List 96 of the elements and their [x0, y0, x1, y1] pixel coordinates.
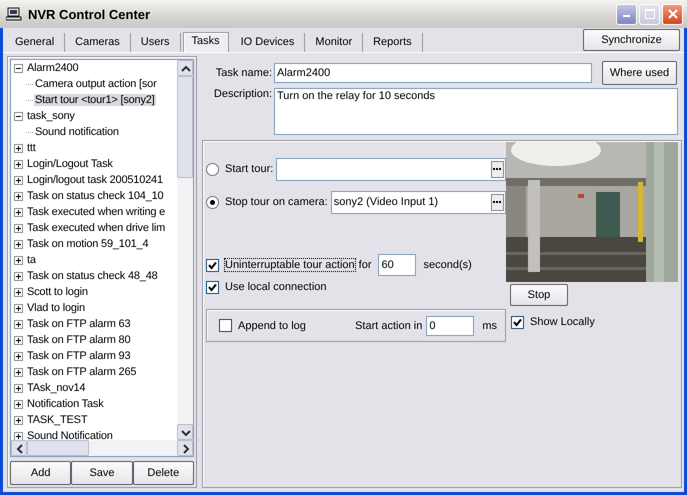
- tree-item[interactable]: ta: [26, 254, 37, 266]
- description-field[interactable]: Turn on the relay for 10 seconds: [274, 88, 678, 135]
- for-label: for: [358, 259, 372, 271]
- where-used-button[interactable]: Where used: [602, 61, 677, 85]
- ellipsis-icon[interactable]: [493, 168, 502, 170]
- expand-toggle[interactable]: [14, 240, 23, 248]
- checkbox[interactable]: [219, 319, 232, 332]
- tree-item[interactable]: Start tour <tour1> [sony2]: [34, 94, 156, 106]
- expand-toggle[interactable]: [14, 336, 23, 344]
- tree-item[interactable]: Task executed when writing e: [26, 206, 166, 218]
- tour-select-field[interactable]: [276, 158, 506, 180]
- tree-item[interactable]: Sound notification: [34, 126, 120, 138]
- window-title: NVR Control Center: [28, 6, 150, 22]
- checkbox-label: Uninterruptable tour action: [225, 259, 355, 271]
- tree-item[interactable]: Task on FTP alarm 80: [26, 334, 132, 346]
- expand-toggle[interactable]: [14, 368, 23, 376]
- tree-item[interactable]: Task on status check 48_48: [26, 270, 159, 282]
- ellipsis-icon[interactable]: [493, 200, 502, 204]
- duration-field[interactable]: 60: [378, 254, 416, 276]
- tree-action-button[interactable]: Delete: [132, 461, 194, 485]
- expand-toggle[interactable]: [14, 352, 23, 360]
- tree-item[interactable]: Task on FTP alarm 93: [26, 350, 132, 362]
- expand-toggle[interactable]: [14, 176, 23, 184]
- vertical-scrollbar[interactable]: [177, 60, 193, 440]
- checkbox[interactable]: [206, 280, 219, 294]
- tab[interactable]: Reports: [363, 33, 423, 52]
- scroll-left-icon[interactable]: [11, 440, 27, 456]
- tree-item[interactable]: Task on motion 59_101_4: [26, 238, 150, 250]
- expand-toggle[interactable]: [14, 256, 23, 264]
- expand-toggle[interactable]: [14, 288, 23, 296]
- radio-button[interactable]: [206, 196, 219, 208]
- expand-toggle[interactable]: [14, 384, 23, 392]
- tree-item[interactable]: Sound Notification: [26, 430, 114, 440]
- computer-icon: [6, 7, 22, 21]
- scroll-down-icon[interactable]: [177, 424, 193, 440]
- delay-field[interactable]: 0: [426, 316, 474, 336]
- unit-label: ms: [482, 320, 497, 332]
- expand-toggle[interactable]: [14, 320, 23, 328]
- tree-item[interactable]: Task on FTP alarm 265: [26, 366, 138, 378]
- expand-toggle[interactable]: [14, 432, 23, 440]
- checkbox[interactable]: [511, 316, 524, 328]
- tree-item[interactable]: Scott to login: [26, 286, 89, 298]
- expand-toggle[interactable]: [14, 64, 23, 72]
- close-button[interactable]: [662, 4, 683, 24]
- tree-item[interactable]: task_sony: [26, 110, 76, 122]
- expand-toggle[interactable]: [14, 144, 23, 152]
- tab[interactable]: IO Devices: [230, 33, 306, 52]
- tree-item[interactable]: Login/logout task 200510241: [26, 174, 164, 186]
- start-action-label: Start action in: [355, 320, 422, 332]
- tab[interactable]: Cameras: [65, 33, 131, 52]
- horizontal-scrollbar[interactable]: [11, 440, 193, 456]
- tree-item[interactable]: ttt: [26, 142, 37, 154]
- checkbox-label: Use local connection: [225, 281, 327, 293]
- tab[interactable]: Monitor: [305, 33, 364, 52]
- tree-item[interactable]: Notification Task: [26, 398, 104, 410]
- tree-action-button[interactable]: Save: [71, 461, 133, 485]
- radio-button[interactable]: [206, 162, 219, 176]
- checkbox-label: Append to log: [238, 320, 306, 332]
- tree-item[interactable]: TAsk_nov14: [26, 382, 86, 394]
- checkbox-label: Show Locally: [530, 316, 595, 328]
- tree-item[interactable]: Vlad to login: [26, 302, 86, 314]
- tree-item[interactable]: Task on FTP alarm 63: [26, 318, 132, 330]
- tree-item[interactable]: Login/Logout Task: [26, 158, 114, 170]
- tree-item[interactable]: TASK_TEST: [26, 414, 88, 426]
- expand-toggle[interactable]: [14, 272, 23, 280]
- maximize-icon: [644, 9, 654, 19]
- expand-toggle[interactable]: [14, 416, 23, 424]
- tree-item[interactable]: Alarm2400: [26, 62, 80, 74]
- tab[interactable]: Tasks: [182, 32, 229, 52]
- scroll-up-icon[interactable]: [177, 60, 193, 76]
- tree-item[interactable]: Camera output action [sor: [34, 78, 158, 90]
- checkbox[interactable]: [206, 258, 219, 272]
- tab[interactable]: General: [5, 33, 66, 52]
- radio-label: Start tour:: [225, 163, 274, 175]
- task-name-label: Task name:: [214, 67, 272, 79]
- expand-toggle[interactable]: [14, 224, 23, 232]
- unit-label: second(s): [423, 259, 472, 271]
- tour-select-field[interactable]: sony2 (Video Input 1): [330, 190, 506, 214]
- radio-label: Stop tour on camera:: [225, 196, 328, 208]
- tree-item[interactable]: Task on status check 104_10: [26, 190, 164, 202]
- expand-toggle[interactable]: [14, 192, 23, 200]
- stop-button[interactable]: Stop: [510, 284, 568, 306]
- scroll-right-icon[interactable]: [177, 440, 193, 456]
- tree-item[interactable]: Task executed when drive lim: [26, 222, 166, 234]
- tree-action-button[interactable]: Add: [10, 461, 72, 485]
- expand-toggle[interactable]: [14, 400, 23, 408]
- task-name-field[interactable]: Alarm2400: [274, 63, 592, 83]
- expand-toggle[interactable]: [14, 208, 23, 216]
- expand-toggle[interactable]: [14, 112, 23, 120]
- tab[interactable]: Users: [130, 33, 180, 52]
- description-label: Description:: [212, 88, 272, 100]
- close-icon: [668, 9, 678, 19]
- minimize-button[interactable]: [616, 4, 637, 24]
- expand-toggle[interactable]: [14, 304, 23, 312]
- expand-toggle[interactable]: [14, 160, 23, 168]
- synchronize-button[interactable]: Synchronize: [583, 29, 680, 51]
